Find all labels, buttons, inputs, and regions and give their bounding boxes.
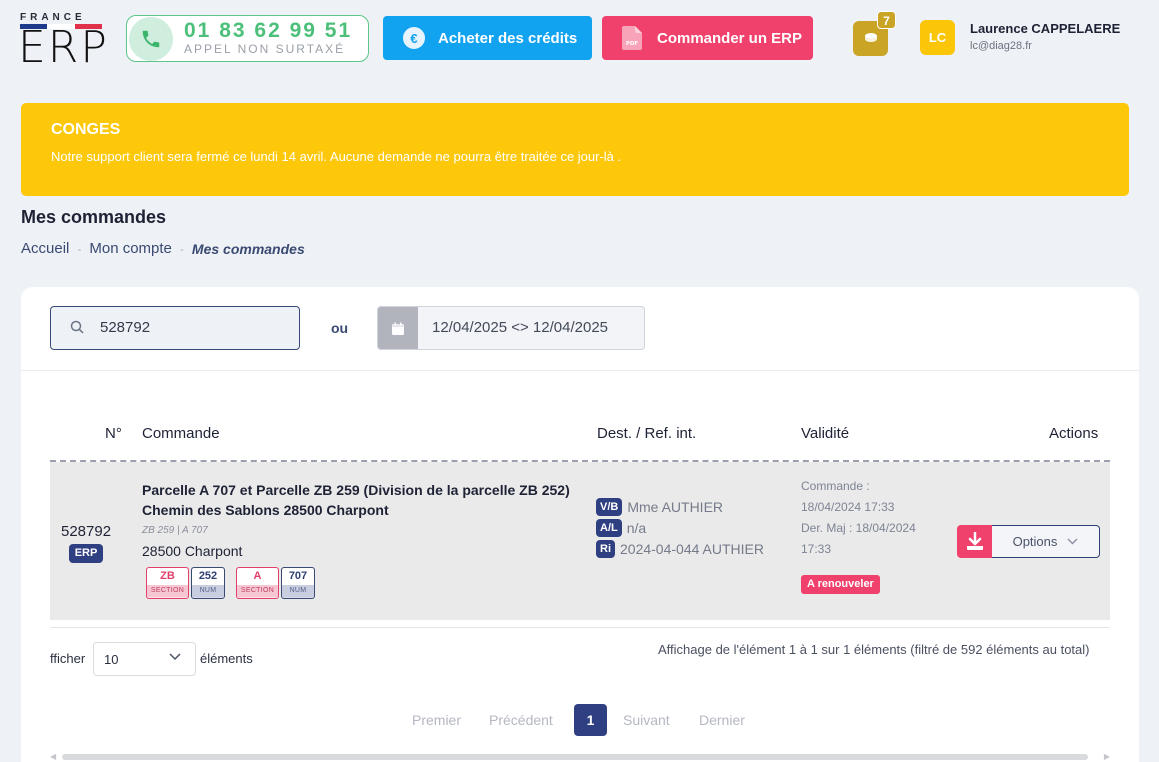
show-label: fficher bbox=[50, 651, 86, 666]
parcel-num-badge: 252 NUM bbox=[191, 567, 225, 599]
chevron-down-icon bbox=[1067, 538, 1078, 545]
scroll-right-arrow-icon[interactable]: ▶ bbox=[1104, 752, 1110, 761]
breadcrumb-home[interactable]: Accueil bbox=[21, 240, 69, 257]
validity-commande-label: Commande : bbox=[801, 479, 870, 493]
date-range-input[interactable]: 12/04/2025 <> 12/04/2025 bbox=[377, 306, 645, 350]
calendar-icon bbox=[378, 307, 418, 349]
pagination-first[interactable]: Premier bbox=[412, 712, 461, 728]
order-erp-button[interactable]: PDF Commander un ERP bbox=[602, 16, 813, 60]
order-title-line2: Chemin des Sablons 28500 Charpont bbox=[142, 502, 389, 518]
banner-message: Notre support client sera fermé ce lundi… bbox=[51, 149, 622, 164]
table-row: 528792 ERP Parcelle A 707 et Parcelle ZB… bbox=[50, 462, 1110, 620]
orders-card: 528792 ou 12/04/2025 <> 12/04/2025 N° Co… bbox=[21, 287, 1139, 762]
dest-ri: Ri 2024-04-044 AUTHIER bbox=[596, 540, 764, 558]
parcel-section-badge: A SECTION bbox=[236, 567, 279, 599]
parcel-num-badge: 707 NUM bbox=[281, 567, 315, 599]
euro-icon: € bbox=[403, 27, 425, 49]
dest-vb: V/B Mme AUTHIER bbox=[596, 498, 723, 516]
options-dropdown-button[interactable]: Options bbox=[992, 525, 1100, 558]
order-title-line1: Parcelle A 707 et Parcelle ZB 259 (Divis… bbox=[142, 482, 570, 498]
breadcrumb-separator: - bbox=[179, 241, 184, 256]
order-city: 28500 Charpont bbox=[142, 543, 243, 559]
pdf-icon: PDF bbox=[622, 26, 642, 50]
search-input[interactable]: 528792 bbox=[50, 306, 300, 350]
breadcrumb-current: Mes commandes bbox=[191, 240, 305, 257]
elements-label: éléments bbox=[200, 651, 253, 666]
order-parcels-ref: ZB 259 | A 707 bbox=[142, 525, 208, 536]
pagination-next[interactable]: Suivant bbox=[623, 712, 670, 728]
col-header-commande[interactable]: Commande bbox=[142, 425, 220, 442]
dest-value: n/a bbox=[626, 520, 647, 536]
horizontal-scrollbar[interactable]: ◀ ▶ bbox=[50, 751, 1110, 762]
phone-icon bbox=[129, 16, 173, 61]
search-value: 528792 bbox=[100, 319, 151, 336]
dest-al: A/L n/a bbox=[596, 519, 646, 537]
parcel-section-badge: ZB SECTION bbox=[146, 567, 189, 599]
order-number: 528792 bbox=[61, 523, 112, 540]
scrollbar-track[interactable] bbox=[62, 754, 1088, 760]
dest-value: 2024-04-044 AUTHIER bbox=[620, 541, 764, 557]
validity-maj-time: 17:33 bbox=[801, 542, 832, 556]
avatar[interactable]: LC bbox=[920, 20, 955, 55]
buy-credits-label: Acheter des crédits bbox=[438, 29, 578, 47]
page-size-value: 10 bbox=[104, 652, 119, 667]
download-button[interactable] bbox=[957, 525, 992, 558]
col-header-actions: Actions bbox=[1049, 425, 1099, 442]
col-header-num[interactable]: N° bbox=[105, 425, 122, 442]
options-label: Options bbox=[1012, 534, 1058, 549]
breadcrumb-separator: - bbox=[77, 241, 82, 256]
validity-commande-date: 18/04/2024 17:33 bbox=[801, 500, 895, 514]
dest-tag: V/B bbox=[596, 498, 623, 516]
pagination-current[interactable]: 1 bbox=[574, 704, 607, 736]
col-header-validite[interactable]: Validité bbox=[801, 425, 849, 442]
phone-contact[interactable]: 01 83 62 99 51 APPEL NON SURTAXÉ bbox=[126, 15, 369, 62]
dest-value: Mme AUTHIER bbox=[627, 499, 724, 515]
scroll-left-arrow-icon[interactable]: ◀ bbox=[50, 752, 56, 761]
pagination-prev[interactable]: Précédent bbox=[489, 712, 553, 728]
phone-number: 01 83 62 99 51 bbox=[184, 19, 353, 42]
order-type-badge: ERP bbox=[69, 544, 103, 563]
dest-tag: A/L bbox=[596, 519, 622, 537]
coins-icon bbox=[864, 32, 877, 42]
page-title: Mes commandes bbox=[21, 207, 167, 227]
table-info: Affichage de l'élément 1 à 1 sur 1 éléme… bbox=[658, 642, 1090, 657]
order-erp-label: Commander un ERP bbox=[657, 29, 803, 47]
or-label: ou bbox=[331, 320, 349, 336]
france-erp-logo[interactable]: FRANCE ERP bbox=[18, 12, 107, 70]
divider bbox=[21, 370, 1139, 371]
col-header-dest[interactable]: Dest. / Ref. int. bbox=[597, 425, 696, 442]
banner-title: CONGES bbox=[51, 121, 121, 138]
chevron-down-icon bbox=[169, 653, 181, 661]
status-badge: A renouveler bbox=[801, 575, 880, 594]
breadcrumb-account[interactable]: Mon compte bbox=[89, 240, 172, 257]
breadcrumb: Accueil - Mon compte - Mes commandes bbox=[21, 240, 305, 257]
logo-big-text: ERP bbox=[18, 22, 109, 73]
order-title: Parcelle A 707 et Parcelle ZB 259 (Divis… bbox=[142, 480, 592, 520]
footer-rule bbox=[50, 627, 1110, 628]
svg-text:PDF: PDF bbox=[626, 41, 639, 47]
date-range-value: 12/04/2025 <> 12/04/2025 bbox=[432, 319, 609, 336]
buy-credits-button[interactable]: € Acheter des crédits bbox=[383, 16, 592, 60]
notice-banner: CONGES Notre support client sera fermé c… bbox=[21, 103, 1129, 196]
download-icon bbox=[966, 531, 983, 550]
coins-count-badge: 7 bbox=[877, 11, 896, 29]
user-name[interactable]: Laurence CAPPELAERE bbox=[970, 21, 1120, 36]
dest-tag: Ri bbox=[596, 540, 615, 558]
search-icon bbox=[70, 320, 84, 334]
page-size-select[interactable]: 10 bbox=[93, 642, 196, 676]
phone-subtitle: APPEL NON SURTAXÉ bbox=[184, 42, 346, 56]
user-email: lc@diag28.fr bbox=[970, 40, 1032, 52]
pagination-last[interactable]: Dernier bbox=[699, 712, 745, 728]
validity-maj: Der. Maj : 18/04/2024 bbox=[801, 521, 916, 535]
